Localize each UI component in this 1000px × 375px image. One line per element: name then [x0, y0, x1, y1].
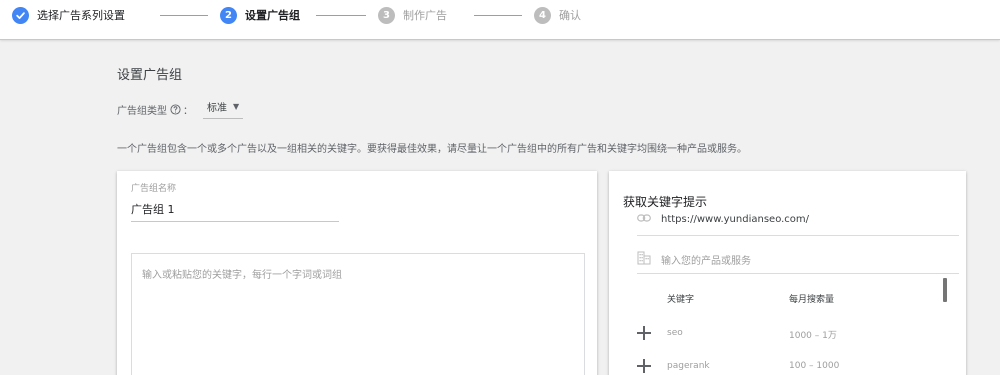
url-input[interactable]: https://www.yundianseo.com/	[637, 213, 809, 226]
step-number-badge: 4	[534, 6, 551, 24]
ad-group-description: 一个广告组包含一个或多个广告以及一组相关的关键字。要获得最佳效果，请尽量让一个广…	[117, 144, 747, 155]
step-create-ad[interactable]: 3 制作广告	[378, 0, 447, 30]
url-value: https://www.yundianseo.com/	[661, 214, 810, 225]
step-campaign-settings[interactable]: 选择广告系列设置	[12, 0, 125, 30]
add-keyword-icon[interactable]	[637, 359, 651, 373]
step-connector	[316, 15, 366, 16]
ad-group-type-row: 广告组类型 ： 标准 ▼	[117, 99, 244, 119]
volume-cell: 1000 – 1万	[789, 331, 837, 341]
add-keyword-icon[interactable]	[637, 326, 651, 340]
ad-group-type-value: 标准	[207, 103, 227, 114]
step-label: 选择广告系列设置	[37, 9, 125, 22]
check-circle-icon	[12, 6, 29, 24]
building-icon	[637, 251, 651, 268]
colon: ：	[183, 105, 193, 117]
ad-group-name-input[interactable]: 广告组 1	[131, 201, 175, 217]
step-label: 确认	[559, 9, 581, 22]
input-underline	[131, 221, 339, 222]
page-title: 设置广告组	[117, 68, 183, 83]
scrollbar-thumb[interactable]	[943, 278, 947, 302]
keyword-ideas-title: 获取关键字提示	[623, 195, 708, 209]
ad-group-type-dropdown[interactable]: 标准 ▼	[203, 99, 244, 119]
step-label: 制作广告	[403, 9, 447, 22]
link-icon	[637, 213, 651, 226]
keyword-cell: seo	[667, 328, 683, 338]
progress-stepper: 选择广告系列设置 2 设置广告组 3 制作广告 4 确认	[0, 0, 1000, 40]
step-label: 设置广告组	[245, 9, 300, 22]
step-number-badge: 2	[220, 6, 237, 24]
keyword-ideas-card: 获取关键字提示 https://www.yundianseo.com/ 输入您的…	[609, 171, 966, 375]
product-input[interactable]: 输入您的产品或服务	[637, 251, 751, 268]
column-header-monthly-searches: 每月搜索量	[789, 295, 835, 305]
step-connector	[474, 15, 522, 16]
volume-cell: 100 – 1000	[789, 361, 840, 371]
keyword-cell: pagerank	[667, 361, 710, 371]
input-underline	[637, 235, 959, 236]
input-underline	[637, 273, 959, 274]
keywords-textarea[interactable]: 输入或粘贴您的关键字，每行一个字词或词组	[131, 253, 585, 375]
ad-group-type-label: 广告组类型	[117, 105, 167, 117]
ad-group-name-label: 广告组名称	[131, 184, 177, 194]
step-ad-group[interactable]: 2 设置广告组	[220, 0, 300, 30]
product-placeholder: 输入您的产品或服务	[661, 256, 751, 267]
dropdown-caret-icon: ▼	[233, 102, 240, 111]
ad-group-card: 广告组名称 广告组 1 输入或粘贴您的关键字，每行一个字词或词组	[117, 171, 597, 375]
help-icon[interactable]	[170, 103, 181, 115]
step-number-badge: 3	[378, 6, 395, 24]
step-confirm[interactable]: 4 确认	[534, 0, 581, 30]
step-connector	[160, 15, 208, 16]
column-header-keyword: 关键字	[667, 295, 695, 305]
keywords-placeholder: 输入或粘贴您的关键字，每行一个字词或词组	[142, 270, 342, 281]
